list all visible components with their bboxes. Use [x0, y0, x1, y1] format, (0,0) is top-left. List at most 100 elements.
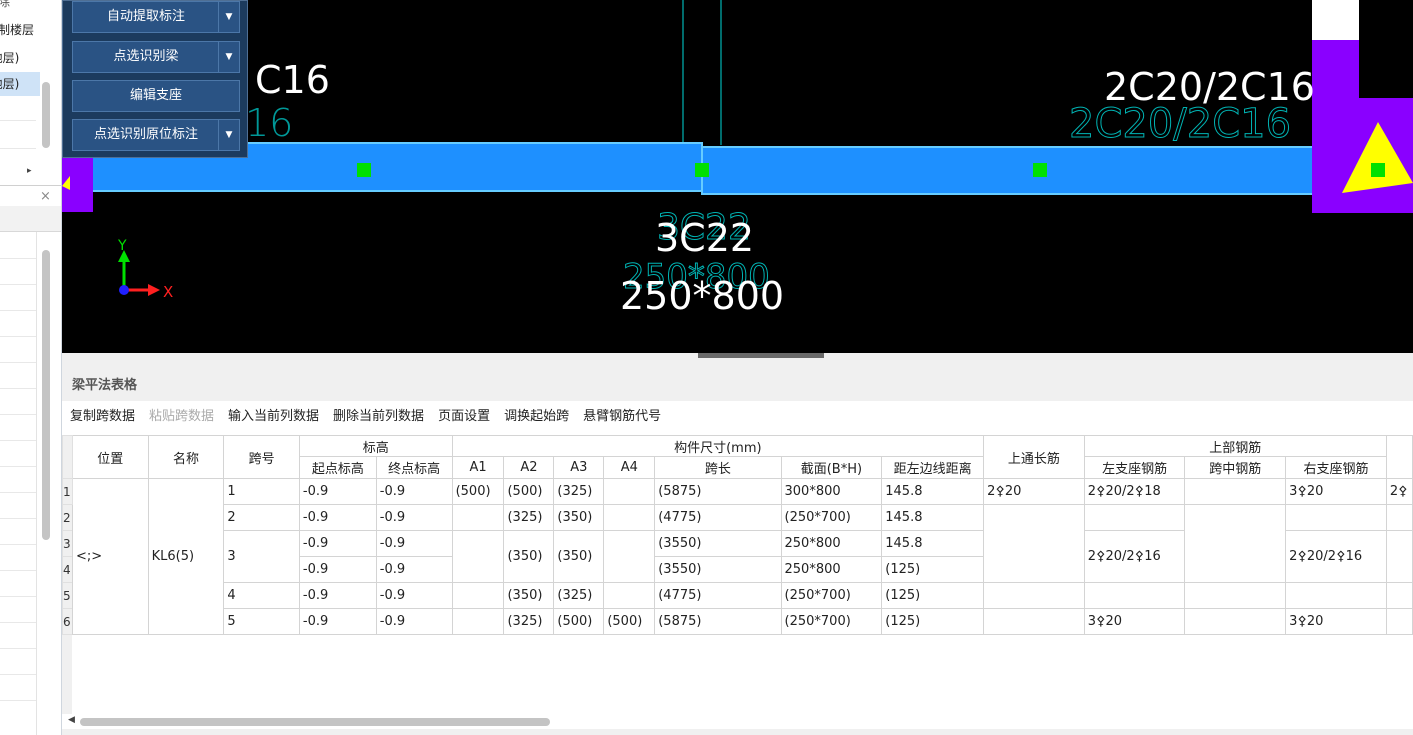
cell-left-edge-distance[interactable]: (125) [881, 556, 985, 583]
table-horizontal-scrollbar[interactable]: ◀ [62, 714, 1413, 728]
cell-a3[interactable]: (350) [553, 504, 605, 531]
table-row[interactable]: 1 <;> KL6(5) 1 -0.9 -0.9 (500) (500) (32… [62, 478, 1413, 635]
cell-a4[interactable]: (500) [603, 608, 656, 635]
close-icon[interactable]: × [40, 190, 51, 204]
header-span-no[interactable]: 跨号 [223, 435, 300, 479]
cell-extra[interactable] [1385, 582, 1413, 609]
cell-position[interactable]: <;> [71, 478, 149, 635]
scrollbar-thumb[interactable] [80, 718, 550, 726]
cantilever-rebar-code-button[interactable]: 悬臂钢筋代号 [583, 405, 661, 429]
rebar-label-bottom[interactable]: 3C22 [655, 216, 754, 260]
cell-left-support[interactable]: 2⚴20/2⚴16 [1083, 530, 1186, 583]
cell-start-elev[interactable]: -0.9 [298, 582, 377, 609]
cell-section[interactable]: (250*700) [780, 582, 883, 609]
grip-marker[interactable] [1371, 163, 1385, 177]
cad-drawing[interactable]: C16 16 2C20/2C16 2C20/2C16 3C22 3C22 250… [62, 0, 1413, 353]
cell-right-support[interactable] [1285, 504, 1387, 531]
rebar-label-left[interactable]: C16 [255, 58, 330, 102]
header-top-through[interactable]: 上通长筋 [983, 435, 1085, 479]
swap-start-span-button[interactable]: 调换起始跨 [504, 405, 569, 429]
cell-a3[interactable]: (350) [553, 530, 605, 583]
table-row[interactable]: 2 2 -0.9 -0.9 (325) (350) (4775) (250*70… [62, 504, 1413, 583]
cell-a3[interactable]: (500) [553, 608, 605, 635]
cell-mid-span[interactable] [1184, 478, 1287, 505]
cell-a2[interactable]: (325) [503, 608, 555, 635]
cell-end-elev[interactable]: -0.9 [375, 504, 453, 531]
cell-span-length[interactable]: (5875) [654, 478, 782, 505]
cell-span-length[interactable]: (3550) [654, 530, 782, 557]
pick-identify-beam-button[interactable]: 点选识别梁 ▼ [72, 41, 240, 73]
cell-mid-span[interactable] [1184, 582, 1287, 609]
left-panel-item-selected[interactable]: (地层) [0, 72, 40, 96]
cad-canvas[interactable]: C16 16 2C20/2C16 2C20/2C16 3C22 3C22 250… [62, 0, 1413, 353]
support-right-upper[interactable] [1312, 40, 1359, 100]
cell-a3[interactable]: (325) [553, 582, 605, 609]
cell-end-elev[interactable]: -0.9 [375, 608, 453, 635]
cell-top-through[interactable] [983, 504, 1085, 583]
header-a3[interactable]: A3 [553, 456, 605, 479]
beam-grid[interactable]: 位置 名称 跨号 标高 构件尺寸(mm) 上通长筋 上部钢筋 起点标高 终点标高… [62, 435, 1413, 635]
cell-extra[interactable] [1385, 530, 1413, 583]
cell-left-edge-distance[interactable]: 145.8 [881, 530, 985, 557]
beam-table[interactable]: 位置 名称 跨号 标高 构件尺寸(mm) 上通长筋 上部钢筋 起点标高 终点标高… [62, 435, 1413, 715]
cell-a2[interactable]: (350) [503, 530, 555, 583]
cell-left-support[interactable]: 2⚴20/2⚴18 [1083, 478, 1186, 505]
header-mid-span[interactable]: 跨中钢筋 [1184, 456, 1287, 479]
cell-end-elev[interactable]: -0.9 [375, 478, 453, 505]
cell-extra[interactable]: 2⚴ [1385, 478, 1413, 505]
pick-identify-in-situ-annotation-button[interactable]: 点选识别原位标注 ▼ [72, 119, 240, 151]
header-name[interactable]: 名称 [147, 435, 225, 479]
left-panel-grid-scrollbar[interactable] [42, 250, 50, 540]
section-label[interactable]: 250*800 [620, 274, 784, 318]
cell-right-support[interactable]: 3⚴20 [1285, 608, 1387, 635]
scroll-left-icon[interactable]: ◀ [68, 715, 75, 725]
panel-splitter[interactable] [62, 353, 1413, 371]
paste-span-data-button[interactable]: 粘贴跨数据 [149, 405, 214, 429]
cell-a4[interactable] [603, 582, 656, 609]
cell-start-elev[interactable]: -0.9 [298, 478, 377, 505]
copy-span-data-button[interactable]: 复制跨数据 [70, 405, 135, 429]
cell-span-length[interactable]: (5875) [654, 608, 782, 635]
cell-right-support[interactable]: 2⚴20/2⚴16 [1285, 530, 1387, 583]
cell-span-length[interactable]: (3550) [654, 556, 782, 583]
dropdown-arrow-icon[interactable]: ▼ [218, 2, 239, 32]
cell-span[interactable]: 1 [223, 478, 300, 505]
left-panel-top-label[interactable]: 删除 [0, 0, 40, 14]
cell-left-edge-distance[interactable]: 145.8 [881, 478, 985, 505]
cell-section[interactable]: 300*800 [780, 478, 883, 505]
cell-a2[interactable]: (500) [503, 478, 555, 505]
dropdown-arrow-icon[interactable]: ▼ [218, 120, 239, 150]
cell-a1[interactable] [451, 504, 505, 531]
cell-a2[interactable]: (350) [503, 582, 555, 609]
header-left-support[interactable]: 左支座钢筋 [1083, 456, 1186, 479]
cell-right-support[interactable]: 3⚴20 [1285, 478, 1387, 505]
cell-section[interactable]: 250*800 [780, 530, 883, 557]
cell-name[interactable]: KL6(5) [147, 478, 225, 635]
cell-mid-span[interactable] [1184, 504, 1287, 583]
cell-a4[interactable] [603, 530, 656, 583]
cell-a1[interactable] [451, 608, 505, 635]
grip-marker[interactable] [695, 163, 709, 177]
cell-span-length[interactable]: (4775) [654, 582, 782, 609]
auto-extract-annotation-button[interactable]: 自动提取标注 ▼ [72, 1, 240, 33]
header-span-length[interactable]: 跨长 [654, 456, 782, 479]
grip-marker[interactable] [357, 163, 371, 177]
header-right-support[interactable]: 右支座钢筋 [1285, 456, 1387, 479]
input-current-column-button[interactable]: 输入当前列数据 [228, 405, 319, 429]
dropdown-arrow-icon[interactable]: ▼ [218, 42, 239, 72]
grip-marker[interactable] [1033, 163, 1047, 177]
header-start-elev[interactable]: 起点标高 [298, 456, 377, 479]
beam-segment-right[interactable] [701, 146, 1323, 195]
cell-a1[interactable]: (500) [451, 478, 505, 505]
header-section[interactable]: 截面(B*H) [780, 456, 883, 479]
cell-span-length[interactable]: (4775) [654, 504, 782, 531]
splitter-grip[interactable] [698, 353, 824, 358]
edit-support-button[interactable]: 编辑支座 [72, 80, 240, 112]
header-a4[interactable]: A4 [603, 456, 656, 479]
cell-end-elev[interactable]: -0.9 [375, 556, 453, 583]
cell-span[interactable]: 2 [223, 504, 300, 531]
cell-a1[interactable] [451, 582, 505, 609]
cell-end-elev[interactable]: -0.9 [375, 530, 453, 557]
cell-top-through[interactable] [983, 608, 1085, 635]
cell-span[interactable]: 3 [223, 530, 300, 583]
